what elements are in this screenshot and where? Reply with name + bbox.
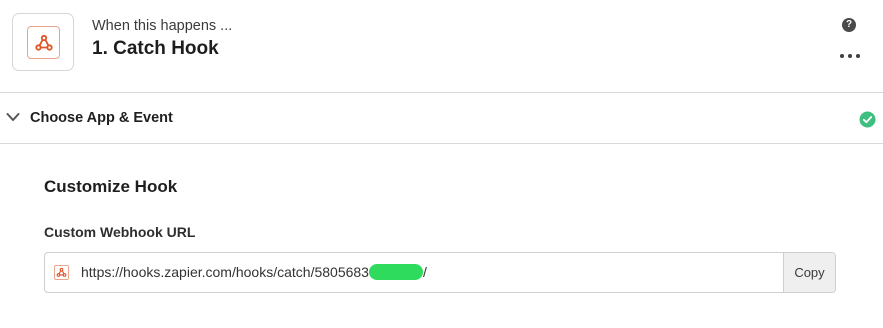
step-subtitle: When this happens ... (92, 18, 233, 34)
step-header: When this happens ... 1. Catch Hook ? (0, 0, 883, 93)
redacted-segment (368, 264, 423, 280)
url-suffix: / (422, 264, 427, 280)
webhook-icon (34, 34, 53, 51)
step-title: 1. Catch Hook (92, 38, 219, 59)
section-label: Choose App & Event (30, 110, 173, 126)
choose-app-event-section[interactable]: Choose App & Event (0, 94, 883, 144)
check-circle-icon (859, 111, 876, 128)
url-prefix: https://hooks.zapier.com/hooks/catch/580… (81, 264, 369, 280)
copy-button[interactable]: Copy (783, 253, 835, 292)
webhook-url-field[interactable]: https://hooks.zapier.com/hooks/catch/580… (44, 252, 836, 293)
more-options-icon[interactable] (840, 50, 860, 62)
dot (848, 54, 852, 58)
url-webhook-icon-frame (54, 265, 69, 280)
app-icon-tile[interactable] (12, 13, 74, 71)
customize-hook-heading: Customize Hook (44, 177, 178, 196)
dot (856, 54, 860, 58)
webhook-url-value[interactable]: https://hooks.zapier.com/hooks/catch/580… (81, 264, 427, 280)
help-icon[interactable]: ? (842, 18, 856, 32)
dot (840, 54, 844, 58)
app-icon-frame (27, 26, 60, 59)
chevron-down-icon (6, 113, 20, 121)
webhook-url-label: Custom Webhook URL (44, 224, 196, 240)
webhook-icon (56, 267, 67, 277)
